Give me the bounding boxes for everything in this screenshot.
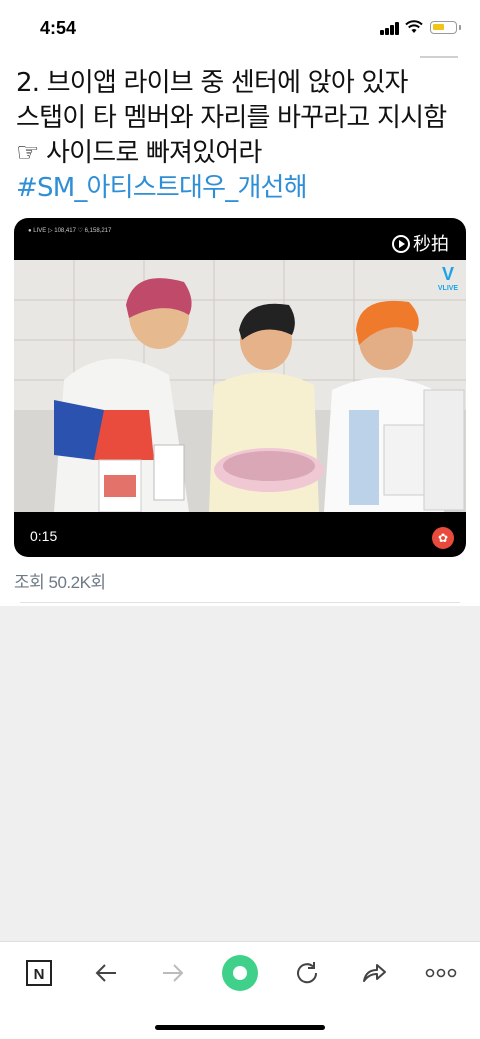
video-stats: ● LIVE ▷ 108,417 ♡ 6,158,217: [28, 228, 112, 234]
home-indicator[interactable]: [155, 1025, 325, 1030]
video-player[interactable]: ● LIVE ▷ 108,417 ♡ 6,158,217 秒拍 V VLIVE …: [14, 218, 466, 557]
share-icon[interactable]: [357, 956, 391, 990]
vlive-icon: V: [441, 264, 454, 284]
status-bar: 4:54: [0, 0, 480, 56]
hashtag-link[interactable]: #SM_아티스트대우_개선해: [16, 171, 468, 206]
status-time: 4:54: [40, 18, 77, 38]
post-content: 2. 브이앱 라이브 중 센터에 앉아 있자 스탭이 타 멤버와 자리를 바꾸라…: [0, 56, 480, 606]
forward-arrow-icon[interactable]: [156, 956, 190, 990]
post-line-1: 2. 브이앱 라이브 중 센터에 앉아 있자: [16, 68, 408, 98]
mascot-icon: ✿: [432, 527, 454, 549]
divider: [420, 56, 458, 58]
refresh-icon[interactable]: [290, 956, 324, 990]
cellular-signal-icon: [380, 22, 400, 35]
more-icon[interactable]: [424, 956, 458, 990]
video-timestamp: 0:15: [30, 528, 58, 544]
view-count: 조회 50.2K회: [14, 573, 106, 592]
post-line-2: 스탭이 타 멤버와 자리를 바꾸라고 지시함: [16, 103, 447, 133]
vlive-logo: V VLIVE: [434, 263, 462, 299]
battery-icon: [430, 21, 461, 34]
back-arrow-icon[interactable]: [89, 956, 123, 990]
bottom-toolbar: N: [0, 941, 480, 1039]
post-line-3: ☞ 사이드로 빠져있어라: [16, 138, 262, 168]
home-icon[interactable]: [220, 953, 260, 993]
naver-icon[interactable]: N: [22, 956, 56, 990]
video-frame: [14, 260, 466, 512]
wifi-icon: [405, 20, 423, 33]
post-text: 2. 브이앱 라이브 중 센터에 앉아 있자 스탭이 타 멤버와 자리를 바꾸라…: [16, 66, 468, 206]
divider: [20, 602, 460, 603]
svg-text:N: N: [34, 966, 45, 983]
miaopai-logo: 秒拍: [392, 230, 449, 256]
